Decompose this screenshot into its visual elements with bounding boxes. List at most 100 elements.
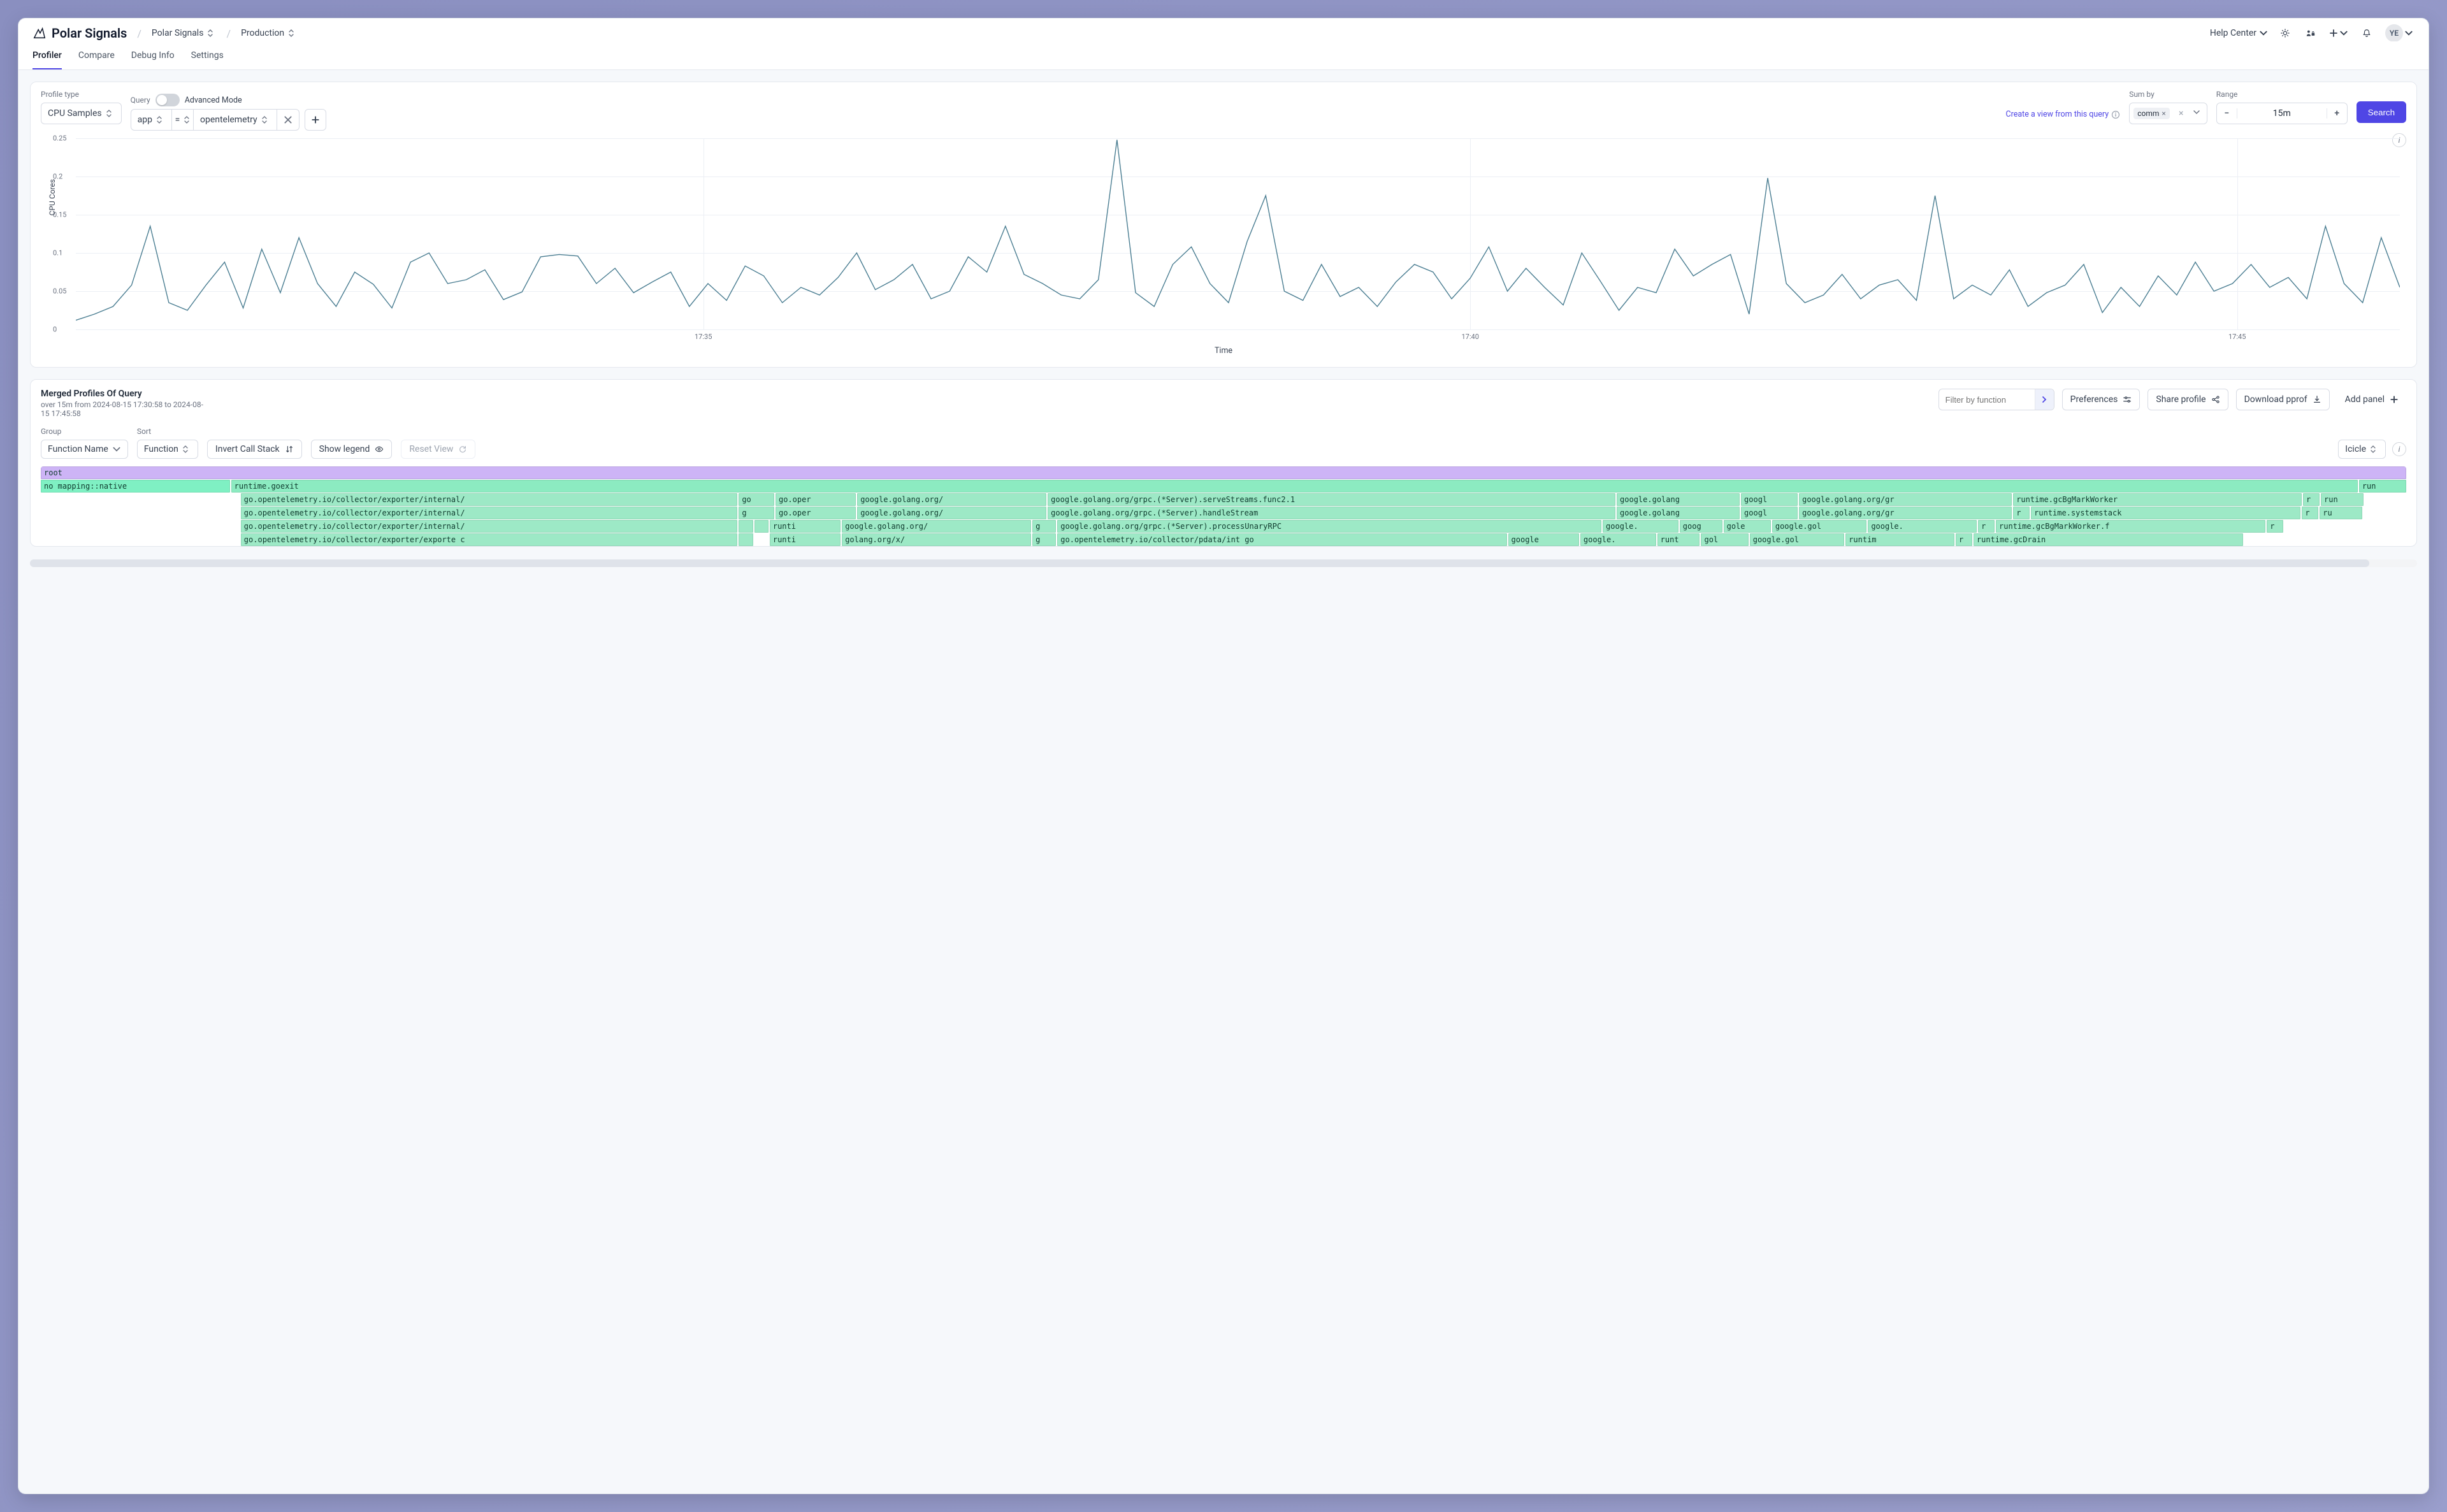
- chart-plot[interactable]: CPU Cores 00.050.10.150.20.2517:3517:401…: [75, 138, 2400, 329]
- flame-frame[interactable]: [739, 520, 753, 533]
- advanced-mode-toggle[interactable]: [155, 94, 180, 106]
- flame-frame[interactable]: r: [1978, 520, 1995, 533]
- flame-frame[interactable]: runti: [770, 520, 841, 533]
- add-panel-button[interactable]: Add panel: [2337, 389, 2406, 410]
- flame-frame[interactable]: google.golang.org/grpc.(*Server).serveSt…: [1048, 493, 1615, 506]
- flame-frame[interactable]: runtim: [1845, 533, 1954, 546]
- filter-op-select[interactable]: =: [172, 109, 194, 131]
- flame-frame[interactable]: g: [1032, 533, 1056, 546]
- flame-frame[interactable]: runti: [770, 533, 841, 546]
- flame-frame[interactable]: go.opentelemetry.io/collector/pdata/int …: [1057, 533, 1506, 546]
- flame-frame[interactable]: root: [41, 466, 2406, 479]
- view-mode-select[interactable]: Icicle: [2338, 440, 2386, 459]
- flame-frame[interactable]: go.oper: [776, 507, 856, 519]
- chip-remove-icon[interactable]: ×: [2162, 109, 2165, 118]
- flame-frame[interactable]: google.golang.org/gr: [1799, 493, 2012, 506]
- tab-settings[interactable]: Settings: [191, 50, 224, 69]
- filter-key-select[interactable]: app: [131, 109, 172, 131]
- flame-frame[interactable]: go: [739, 493, 774, 506]
- flame-frame[interactable]: googl: [1741, 507, 1798, 519]
- flame-frame[interactable]: google.golang: [1617, 507, 1740, 519]
- notifications-button[interactable]: [2358, 25, 2375, 41]
- flame-frame[interactable]: run: [2321, 493, 2364, 506]
- horizontal-scrollbar[interactable]: [30, 559, 2417, 567]
- add-menu[interactable]: [2328, 25, 2350, 41]
- flame-frame[interactable]: google.golang.org/: [842, 520, 1031, 533]
- flame-frame[interactable]: google.golang: [1617, 493, 1740, 506]
- flame-frame[interactable]: runtime.systemstack: [2031, 507, 2300, 519]
- flame-frame[interactable]: googl: [1741, 493, 1798, 506]
- help-center-link[interactable]: Help Center: [2210, 28, 2268, 38]
- flame-frame[interactable]: [739, 533, 753, 546]
- add-filter-button[interactable]: [305, 109, 326, 131]
- user-menu[interactable]: YE: [2384, 25, 2415, 41]
- flame-frame[interactable]: r: [2303, 493, 2320, 506]
- flame-frame[interactable]: google.golang.org/grpc.(*Server).handleS…: [1048, 507, 1615, 519]
- flame-frame[interactable]: runtime.gcBgMarkWorker: [2013, 493, 2302, 506]
- breadcrumb-org[interactable]: Polar Signals: [152, 28, 217, 38]
- filter-by-function-input[interactable]: [1939, 389, 2035, 410]
- flame-frame[interactable]: r: [2013, 507, 2030, 519]
- flame-frame[interactable]: google.: [1580, 533, 1656, 546]
- flame-frame[interactable]: goog: [1680, 520, 1722, 533]
- panel-info-button[interactable]: i: [2392, 442, 2406, 456]
- flame-frame[interactable]: no mapping::native: [41, 480, 230, 493]
- sumby-clear[interactable]: ×: [2175, 108, 2188, 119]
- breadcrumb-project[interactable]: Production: [241, 28, 297, 38]
- flame-frame[interactable]: r: [2302, 507, 2318, 519]
- icicle-graph[interactable]: rootno mapping::nativeruntime.goexitrung…: [41, 466, 2406, 546]
- show-legend-button[interactable]: Show legend: [311, 440, 393, 459]
- flame-frame[interactable]: runtime.gcDrain: [1974, 533, 2243, 546]
- profile-type-select[interactable]: CPU Samples: [41, 103, 122, 124]
- search-button[interactable]: Search: [2357, 101, 2406, 123]
- tab-debug-info[interactable]: Debug Info: [131, 50, 175, 69]
- filter-value-select[interactable]: opentelemetry: [194, 109, 277, 131]
- flame-frame[interactable]: go.opentelemetry.io/collector/exporter/i…: [241, 520, 738, 533]
- flame-frame[interactable]: ru: [2320, 507, 2362, 519]
- org-members-button[interactable]: [2302, 25, 2319, 41]
- flame-frame[interactable]: google: [1508, 533, 1579, 546]
- flame-frame[interactable]: google.: [1603, 520, 1678, 533]
- flame-frame[interactable]: gol: [1701, 533, 1748, 546]
- flame-frame[interactable]: g: [739, 507, 774, 519]
- flame-frame[interactable]: r: [1956, 533, 1972, 546]
- brand-logo[interactable]: Polar Signals: [32, 25, 127, 41]
- share-profile-button[interactable]: Share profile: [2147, 389, 2228, 410]
- sumby-select[interactable]: comm × ×: [2129, 103, 2207, 124]
- flame-frame[interactable]: run: [2359, 480, 2406, 493]
- range-plus-button[interactable]: +: [2327, 108, 2347, 119]
- flame-frame[interactable]: runtime.gcBgMarkWorker.f: [1996, 520, 2265, 533]
- chevron-down-icon[interactable]: [2190, 108, 2203, 119]
- flame-frame[interactable]: runt: [1657, 533, 1700, 546]
- tab-profiler[interactable]: Profiler: [32, 50, 62, 69]
- flame-frame[interactable]: google.: [1868, 520, 1977, 533]
- range-minus-button[interactable]: −: [2217, 108, 2237, 119]
- create-view-link[interactable]: Create a view from this query: [2005, 110, 2120, 119]
- flame-frame[interactable]: go.opentelemetry.io/collector/exporter/i…: [241, 493, 738, 506]
- flame-frame[interactable]: google.gol: [1772, 520, 1866, 533]
- flame-frame[interactable]: go.oper: [776, 493, 856, 506]
- flame-frame[interactable]: r: [2267, 520, 2283, 533]
- preferences-button[interactable]: Preferences: [2062, 389, 2140, 410]
- flame-frame[interactable]: g: [1032, 520, 1056, 533]
- theme-toggle[interactable]: [2277, 25, 2293, 41]
- flame-frame[interactable]: go.opentelemetry.io/collector/exporter/e…: [241, 533, 738, 546]
- range-value[interactable]: 15m: [2237, 108, 2327, 119]
- flame-frame[interactable]: google.golang.org/grpc.(*Server).process…: [1057, 520, 1601, 533]
- filter-go-button[interactable]: [2035, 389, 2054, 410]
- sort-select[interactable]: Function: [137, 440, 198, 459]
- flame-frame[interactable]: google.golang.org/gr: [1799, 507, 2012, 519]
- flame-frame[interactable]: gole: [1724, 520, 1771, 533]
- reset-view-button[interactable]: Reset View: [401, 440, 475, 459]
- flame-frame[interactable]: google.golang.org/: [857, 507, 1046, 519]
- filter-remove-button[interactable]: [277, 109, 300, 131]
- flame-frame[interactable]: google.golang.org/: [857, 493, 1046, 506]
- group-select[interactable]: Function Name: [41, 440, 128, 459]
- flame-frame[interactable]: go.opentelemetry.io/collector/exporter/i…: [241, 507, 738, 519]
- flame-frame[interactable]: [754, 520, 769, 533]
- flame-frame[interactable]: golang.org/x/: [842, 533, 1031, 546]
- flame-frame[interactable]: google.gol: [1750, 533, 1844, 546]
- download-pprof-button[interactable]: Download pprof: [2236, 389, 2330, 410]
- flame-frame[interactable]: runtime.goexit: [231, 480, 2358, 493]
- invert-call-stack-button[interactable]: Invert Call Stack: [207, 440, 302, 459]
